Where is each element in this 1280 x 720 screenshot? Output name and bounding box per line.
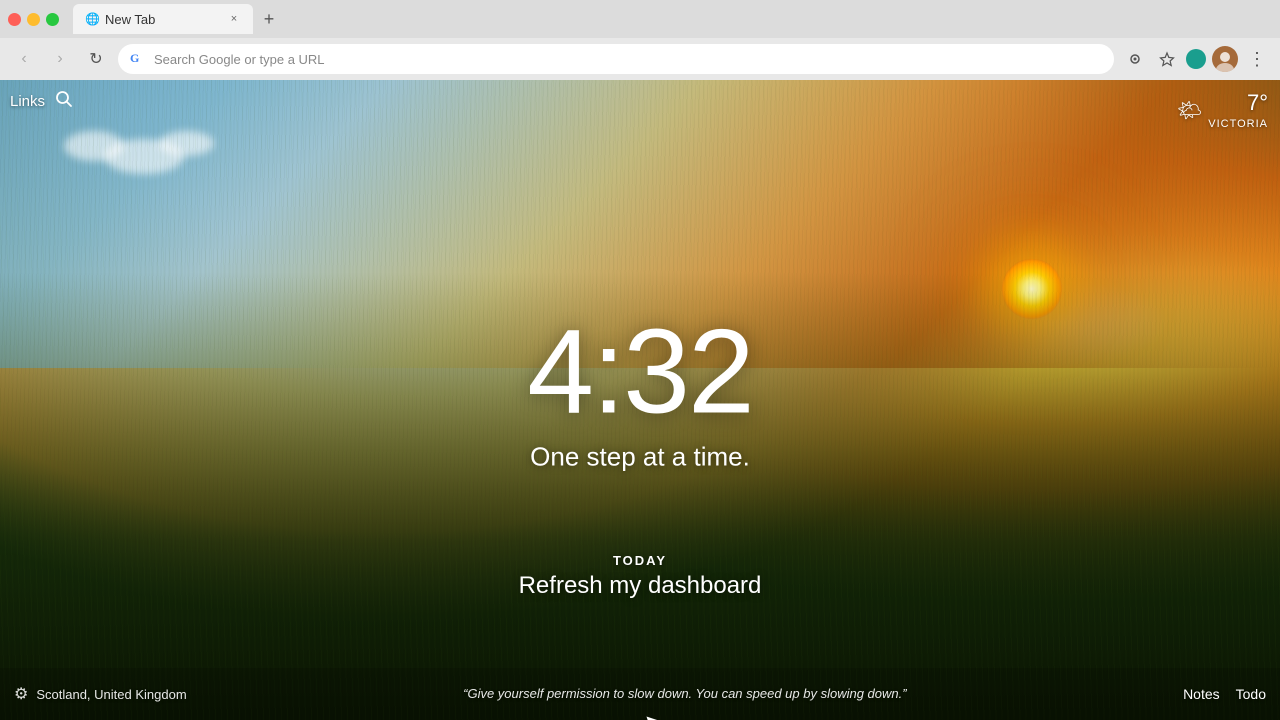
today-task[interactable]: Refresh my dashboard [519,572,762,600]
tab-bar: 🌐 New Tab × + [73,4,283,34]
links-label[interactable]: Links [10,93,45,110]
toolbar-icons: ⋮ [1122,46,1270,72]
new-tab-page: Links 🌤 7° VICTORIA 4:32 One step at a t… [0,80,1280,720]
weather-text-group: 7° VICTORIA [1208,90,1268,130]
weather-panel[interactable]: 🌤 7° VICTORIA [1177,90,1268,130]
notes-button[interactable]: Notes [1183,686,1220,702]
screenshot-icon[interactable] [1122,46,1148,72]
location-text: Scotland, United Kingdom [36,687,186,702]
todo-button[interactable]: Todo [1236,686,1266,702]
new-tab-button[interactable]: + [255,5,283,33]
reload-button[interactable]: ↻ [82,45,110,73]
bottom-center: “Give yourself permission to slow down. … [187,685,1183,703]
bookmark-star-icon[interactable] [1154,46,1180,72]
tagline-text: One step at a time. [527,441,753,472]
title-bar: 🌐 New Tab × + [0,0,1280,38]
tab-close-button[interactable]: × [227,12,241,26]
user-avatar[interactable] [1212,46,1238,72]
forward-button[interactable]: › [46,45,74,73]
google-logo: G [130,51,146,67]
bottom-bar: ⚙ Scotland, United Kingdom “Give yoursel… [0,668,1280,720]
settings-icon[interactable]: ⚙ [14,684,28,704]
quote-text: “Give yourself permission to slow down. … [463,686,906,701]
minimize-button[interactable] [27,13,40,26]
search-button[interactable] [55,90,73,113]
tab-title: New Tab [105,12,221,27]
maximize-button[interactable] [46,13,59,26]
active-tab[interactable]: 🌐 New Tab × [73,4,253,34]
bottom-left: ⚙ Scotland, United Kingdom [14,684,187,704]
profile-indicator[interactable] [1186,49,1206,69]
address-bar-row: ‹ › ↻ G Search Google or type a URL [0,38,1280,80]
tab-favicon: 🌐 [85,12,99,26]
weather-city: VICTORIA [1208,118,1268,130]
bottom-right: Notes Todo [1183,686,1266,702]
center-panel: 4:32 One step at a time. [527,311,753,472]
close-button[interactable] [8,13,21,26]
weather-temperature: 7° [1247,90,1268,116]
clock-display: 4:32 [527,311,753,431]
address-bar[interactable]: G Search Google or type a URL [118,44,1114,74]
top-left-panel: Links [10,90,73,113]
today-panel[interactable]: TODAY Refresh my dashboard [519,553,762,600]
today-label: TODAY [519,553,762,568]
back-button[interactable]: ‹ [10,45,38,73]
browser-window: 🌐 New Tab × + ‹ › ↻ G Search Google or t… [0,0,1280,720]
address-text: Search Google or type a URL [154,52,1102,67]
weather-icon: 🌤 [1177,98,1202,123]
chrome-menu-icon[interactable]: ⋮ [1244,46,1270,72]
